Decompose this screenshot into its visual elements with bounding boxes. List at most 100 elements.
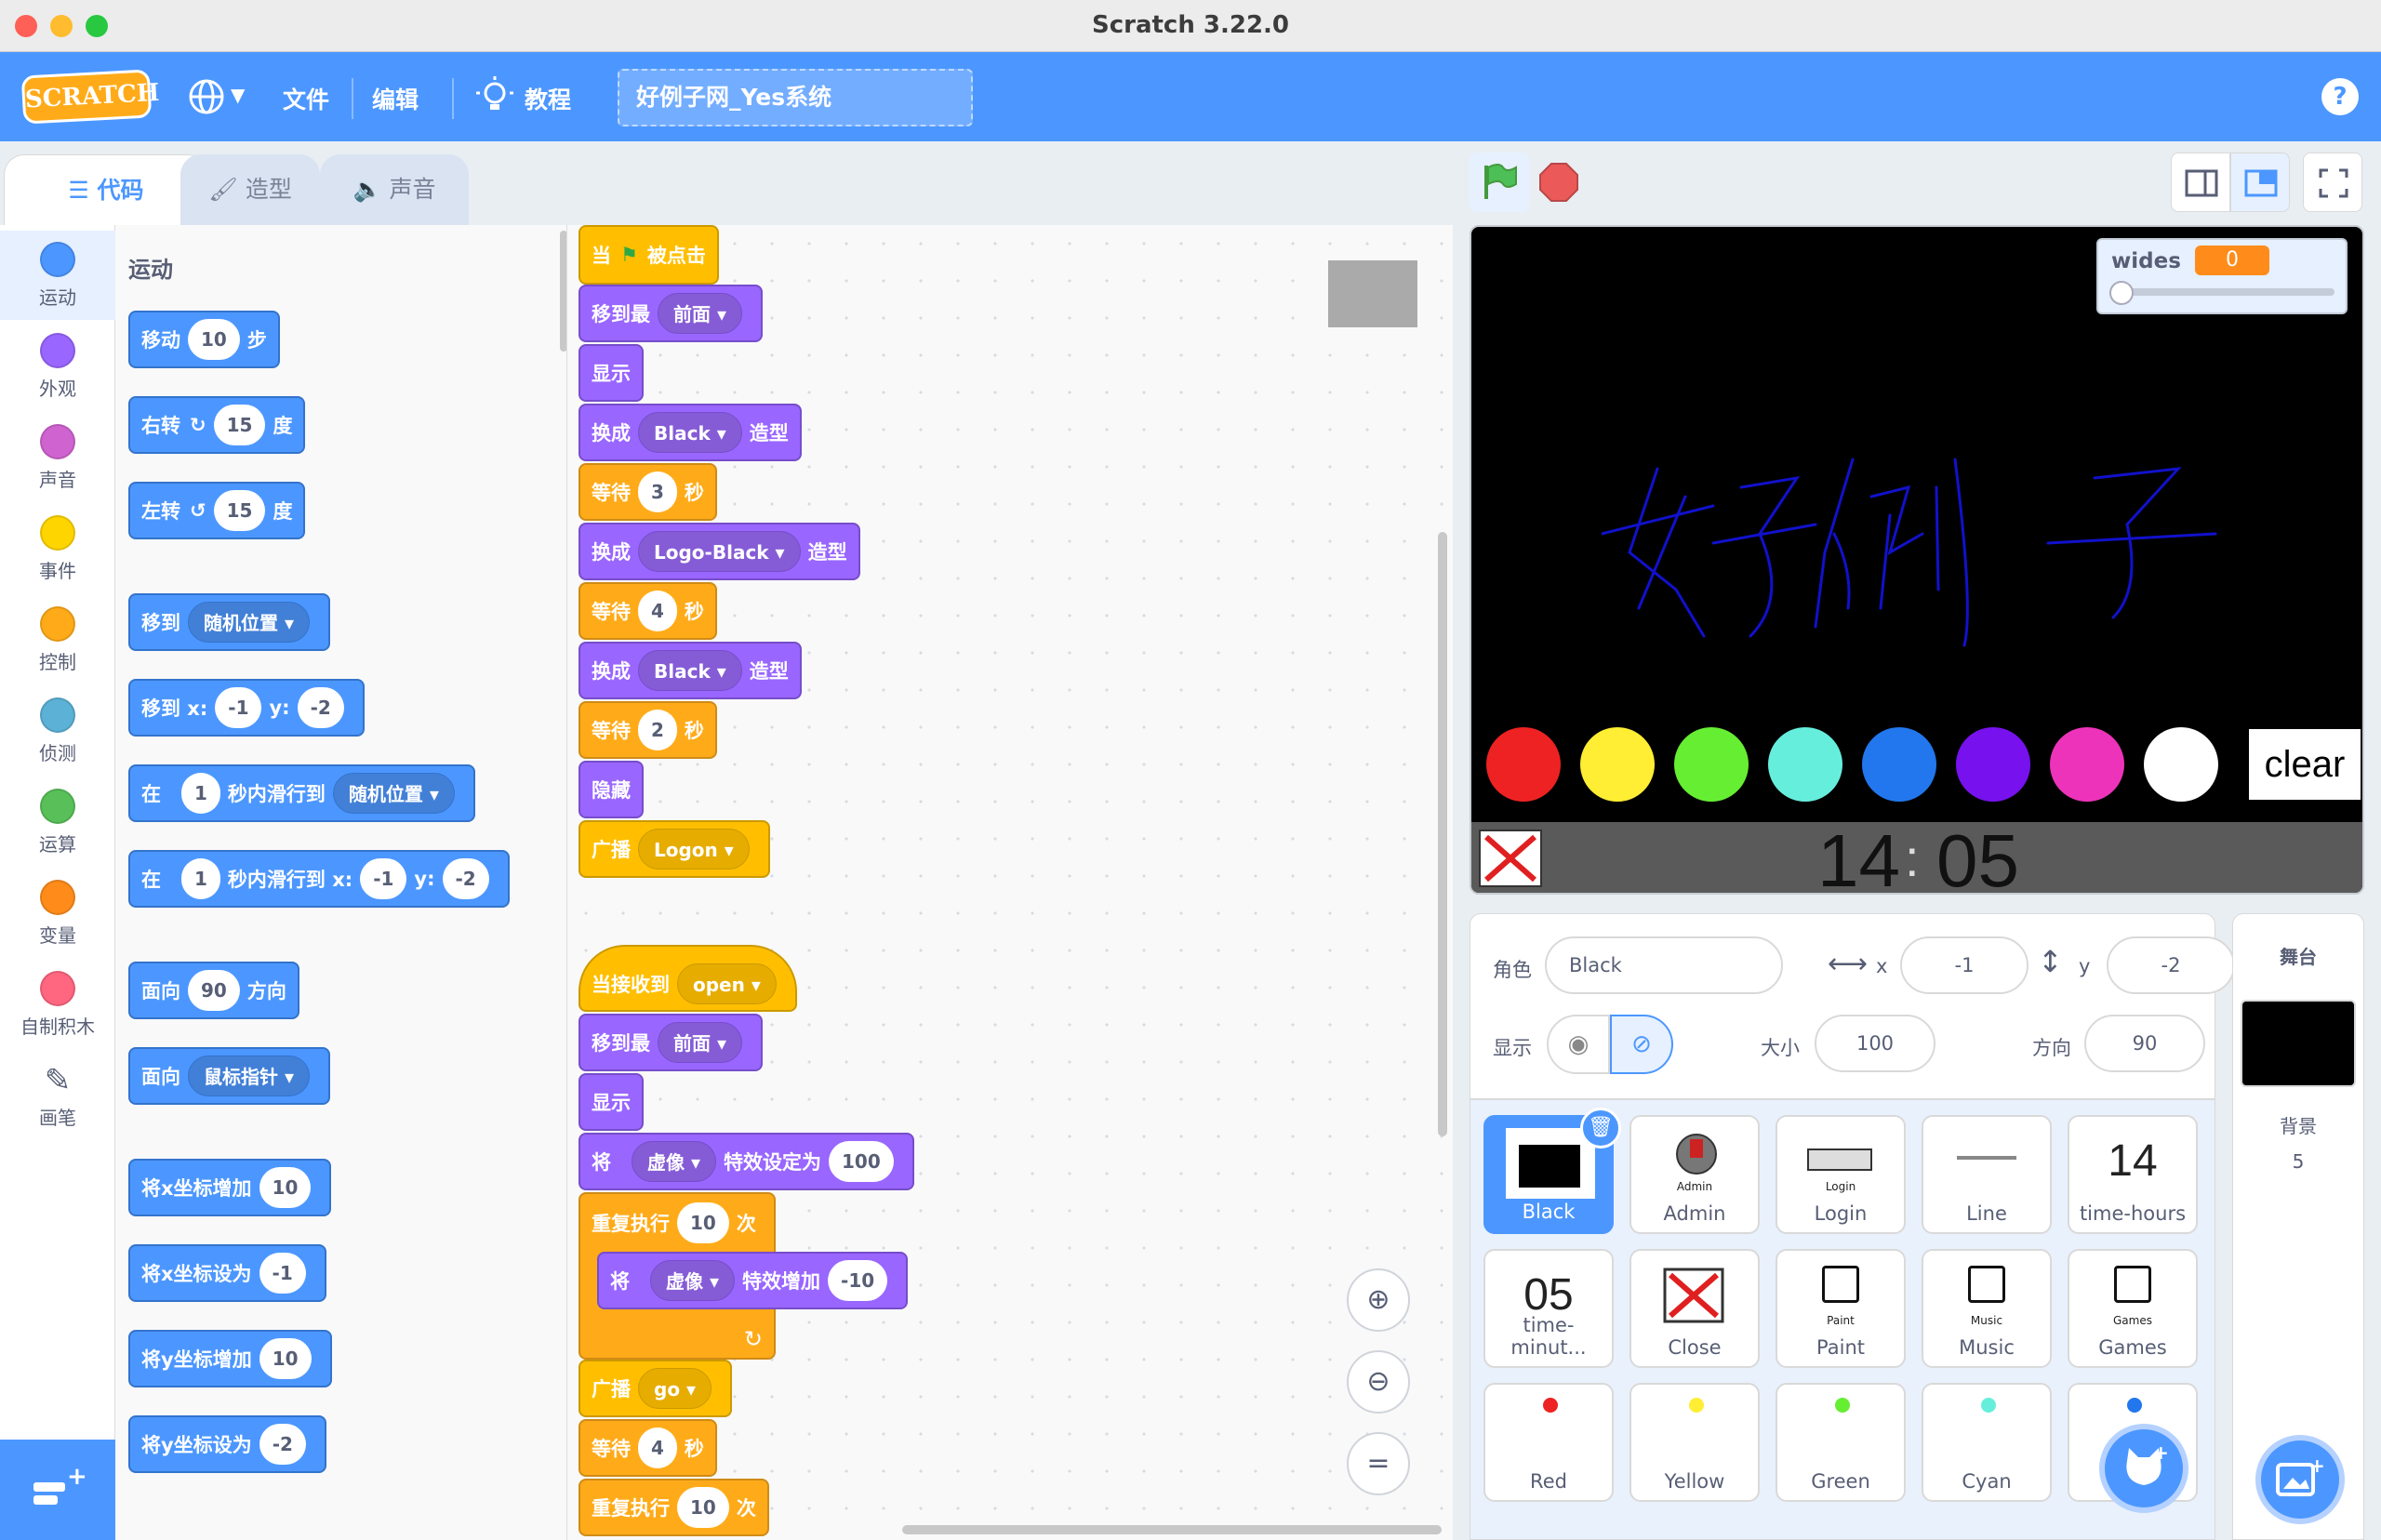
dropdown-layer[interactable]: 前面 xyxy=(658,1022,743,1063)
y-input[interactable]: -2 xyxy=(2107,936,2235,994)
sprite-tile[interactable]: Games Games xyxy=(2068,1249,2198,1368)
dropdown-effect[interactable]: 虚像 xyxy=(632,1141,717,1182)
input-y[interactable]: -2 xyxy=(442,858,489,899)
dropdown-costume[interactable]: Black xyxy=(638,650,742,691)
block-set-y[interactable]: 将y坐标设为 -2 xyxy=(128,1415,326,1473)
tab-sounds[interactable]: 🔈 声音 xyxy=(320,154,469,225)
backdrop-thumbnail[interactable] xyxy=(2241,1000,2356,1087)
block-move-steps[interactable]: 移动 10 步 xyxy=(128,311,280,368)
input-steps[interactable]: 10 xyxy=(188,319,240,360)
block-switch-costume[interactable]: 换成Black造型 xyxy=(579,642,802,699)
file-menu[interactable]: 文件 xyxy=(283,82,329,115)
block-broadcast[interactable]: 广播 Logon xyxy=(579,820,770,878)
category-8[interactable]: 自制积木 xyxy=(0,960,115,1049)
stage-canvas[interactable]: wides 0 clear 14 : 05 xyxy=(1470,225,2364,895)
workspace-vertical-scrollbar[interactable] xyxy=(1438,532,1447,1136)
block-wait[interactable]: 等待 4 秒 xyxy=(579,1419,717,1477)
sprite-tile[interactable]: Close xyxy=(1629,1249,1760,1368)
dropdown-layer[interactable]: 前面 xyxy=(658,293,743,334)
dropdown-point-target[interactable]: 鼠标指针 xyxy=(188,1055,311,1096)
clear-button[interactable]: clear xyxy=(2249,729,2361,800)
input-y[interactable]: -2 xyxy=(297,687,344,728)
input-degrees[interactable]: 15 xyxy=(213,405,266,445)
sprite-tile[interactable]: Black 🗑 xyxy=(1483,1108,1621,1234)
sprite-tile[interactable]: Red xyxy=(1483,1383,1614,1502)
monitor-slider-thumb[interactable] xyxy=(2109,281,2134,305)
input-x[interactable]: -1 xyxy=(360,858,407,899)
block-switch-costume[interactable]: 换成Logo-Black造型 xyxy=(579,523,860,580)
block-wait[interactable]: 等待 4 秒 xyxy=(579,582,717,640)
dropdown-message[interactable]: go xyxy=(638,1368,712,1409)
stop-button[interactable] xyxy=(1536,160,1581,205)
block-turn-left[interactable]: 左转 ↺ 15 度 xyxy=(128,482,306,539)
block-wait[interactable]: 等待 2 秒 xyxy=(579,701,717,759)
workspace-horizontal-scrollbar[interactable] xyxy=(902,1525,1442,1534)
input-seconds[interactable]: 3 xyxy=(638,471,677,512)
input-dy[interactable]: 10 xyxy=(259,1338,312,1379)
color-button-2[interactable] xyxy=(1674,727,1749,802)
color-button-7[interactable] xyxy=(2144,727,2218,802)
category-0[interactable]: 运动 xyxy=(0,231,115,320)
delete-sprite-button[interactable]: 🗑 xyxy=(1580,1108,1621,1148)
sprite-tile[interactable]: Music Music xyxy=(1922,1249,2052,1368)
color-button-6[interactable] xyxy=(2050,727,2124,802)
color-button-4[interactable] xyxy=(1862,727,1936,802)
close-x-button[interactable] xyxy=(1479,830,1542,887)
category-3[interactable]: 事件 xyxy=(0,504,115,593)
input-x[interactable]: -1 xyxy=(259,1253,306,1294)
input-degrees[interactable]: 15 xyxy=(213,490,266,531)
sprite-tile[interactable]: Admin Admin xyxy=(1629,1115,1760,1234)
dropdown-costume[interactable]: Black xyxy=(638,412,742,453)
sprite-tile[interactable]: 05 time-minut... xyxy=(1483,1249,1614,1368)
variable-monitor[interactable]: wides 0 xyxy=(2096,238,2348,314)
large-stage-button[interactable] xyxy=(2230,153,2290,212)
block-when-receive[interactable]: 当接收到 open xyxy=(579,945,797,1012)
category-6[interactable]: 运算 xyxy=(0,777,115,867)
category-9[interactable]: ✎ 画笔 xyxy=(0,1051,115,1140)
block-go-to-front[interactable]: 移到最 前面 xyxy=(579,1014,764,1071)
scratch-logo[interactable]: SCRATCH xyxy=(20,69,160,125)
dropdown-effect[interactable]: 虚像 xyxy=(650,1260,736,1301)
color-button-1[interactable] xyxy=(1580,727,1655,802)
block-switch-costume[interactable]: 换成Black造型 xyxy=(579,404,802,461)
input-seconds[interactable]: 1 xyxy=(181,858,220,899)
show-hidden-button[interactable]: ⊘ xyxy=(1610,1015,1673,1074)
sprite-name-input[interactable]: Black xyxy=(1545,936,1783,994)
input-x[interactable]: -1 xyxy=(215,687,262,728)
block-when-flag-clicked[interactable]: 当 ⚑ 被点击 xyxy=(579,225,719,285)
tab-code[interactable]: ☰ 代码 xyxy=(4,154,208,225)
input-y[interactable]: -2 xyxy=(259,1424,306,1465)
category-7[interactable]: 变量 xyxy=(0,869,115,958)
input-repeat-count[interactable]: 10 xyxy=(677,1487,729,1528)
input-seconds[interactable]: 4 xyxy=(638,591,677,631)
block-goto-xy[interactable]: 移到 x: -1 y: -2 xyxy=(128,679,365,737)
block-point-towards[interactable]: 面向 鼠标指针 xyxy=(128,1047,331,1105)
add-extension-button[interactable]: + xyxy=(0,1440,115,1540)
block-go-to-front[interactable]: 移到最 前面 xyxy=(579,285,764,342)
monitor-slider-track[interactable] xyxy=(2119,288,2334,296)
fullscreen-button[interactable] xyxy=(2303,153,2362,212)
color-button-5[interactable] xyxy=(1956,727,2030,802)
input-seconds[interactable]: 1 xyxy=(181,773,220,814)
dropdown-glide-target[interactable]: 随机位置 xyxy=(332,773,455,814)
input-seconds[interactable]: 2 xyxy=(638,710,677,750)
input-effect-value[interactable]: 100 xyxy=(829,1141,894,1182)
color-button-3[interactable] xyxy=(1768,727,1842,802)
sprite-tile[interactable]: Yellow xyxy=(1629,1383,1760,1502)
help-button[interactable]: ? xyxy=(2321,78,2359,115)
tutorials-button[interactable]: 教程 xyxy=(476,76,579,117)
input-dx[interactable]: 10 xyxy=(259,1167,312,1208)
sprite-tile[interactable]: Line xyxy=(1922,1115,2052,1234)
green-flag-button[interactable] xyxy=(1470,153,1529,212)
palette-scrollbar[interactable] xyxy=(560,231,566,352)
category-2[interactable]: 声音 xyxy=(0,413,115,502)
show-visible-button[interactable]: ◉ xyxy=(1547,1015,1610,1074)
color-button-0[interactable] xyxy=(1486,727,1561,802)
script-workspace[interactable]: 当⚑被点击 移到最前面 显示 换成Black造型 等待3秒 换成Logo-Bla… xyxy=(567,225,1453,1540)
sprite-tile[interactable]: Cyan xyxy=(1922,1383,2052,1502)
dropdown-message[interactable]: Logon xyxy=(638,829,750,870)
size-input[interactable]: 100 xyxy=(1815,1015,1935,1072)
add-backdrop-button[interactable]: + xyxy=(2255,1435,2345,1524)
block-turn-right[interactable]: 右转 ↻ 15 度 xyxy=(128,396,306,454)
block-glide[interactable]: 在 1 秒内滑行到 随机位置 xyxy=(128,764,475,822)
